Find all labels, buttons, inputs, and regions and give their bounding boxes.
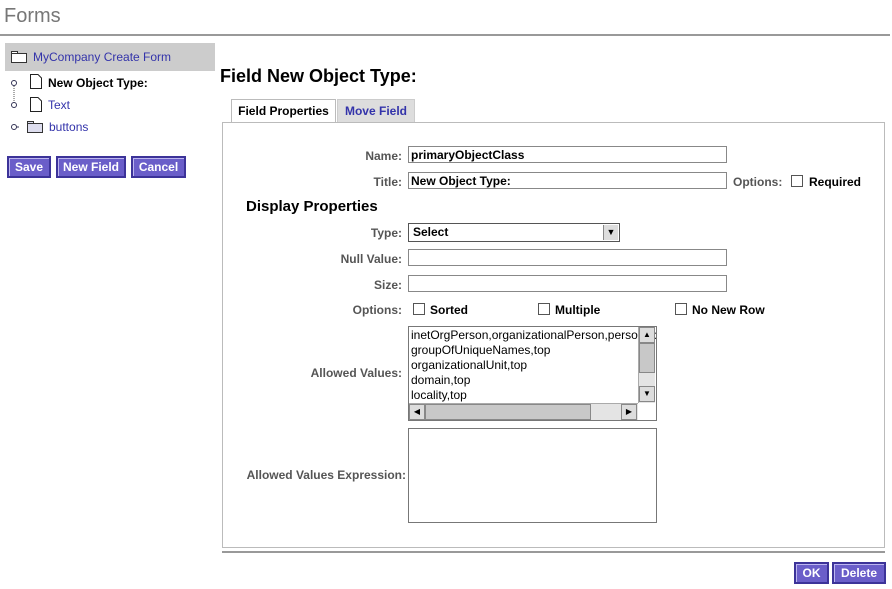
- tree-item-label[interactable]: buttons: [49, 120, 88, 134]
- title-field[interactable]: New Object Type:: [408, 172, 727, 189]
- sorted-checkbox[interactable]: [413, 303, 425, 315]
- allowed-values-expression-textarea[interactable]: [408, 428, 657, 523]
- null-value-field[interactable]: [408, 249, 727, 266]
- multiple-label: Multiple: [555, 303, 601, 317]
- scroll-down-icon[interactable]: ▼: [639, 386, 655, 402]
- page-icon: [30, 74, 42, 89]
- scroll-up-icon[interactable]: ▲: [639, 327, 655, 343]
- tree-root-item[interactable]: MyCompany Create Form: [5, 43, 215, 71]
- allowed-values-expression-label: Allowed Values Expression:: [246, 468, 406, 482]
- list-item[interactable]: locality,top: [411, 388, 467, 402]
- title-divider: [0, 34, 890, 36]
- horizontal-scrollbar[interactable]: ◀ ▶: [409, 403, 638, 420]
- tree-root-label[interactable]: MyCompany Create Form: [33, 50, 171, 64]
- cancel-button[interactable]: Cancel: [131, 156, 186, 178]
- list-item[interactable]: organizationalUnit,top: [411, 358, 527, 372]
- name-field[interactable]: primaryObjectClass: [408, 146, 727, 163]
- footer-divider: [222, 551, 885, 553]
- no-new-row-checkbox[interactable]: [675, 303, 687, 315]
- horizontal-scroll-thumb[interactable]: [425, 404, 591, 420]
- size-field[interactable]: [408, 275, 727, 292]
- display-properties-heading: Display Properties: [246, 198, 378, 215]
- scroll-right-icon[interactable]: ▶: [621, 404, 637, 420]
- name-label: Name:: [365, 149, 402, 163]
- null-value-label: Null Value:: [340, 252, 402, 266]
- type-select[interactable]: Select ▼: [408, 223, 620, 242]
- folder-icon: [27, 121, 43, 133]
- page-title: Forms: [4, 5, 61, 27]
- vertical-scroll-thumb[interactable]: [639, 343, 655, 373]
- tree-item-label[interactable]: Text: [48, 98, 70, 112]
- allowed-values-list[interactable]: inetOrgPerson,organizationalPerson,perso…: [408, 326, 657, 421]
- new-field-button[interactable]: New Field: [56, 156, 126, 178]
- allowed-values-label: Allowed Values:: [310, 366, 402, 380]
- size-label: Size:: [373, 278, 402, 292]
- ok-button[interactable]: OK: [794, 562, 829, 584]
- sorted-label: Sorted: [430, 303, 469, 317]
- no-new-row-label: No New Row: [692, 303, 765, 317]
- multiple-checkbox[interactable]: [538, 303, 550, 315]
- scroll-left-icon[interactable]: ◀: [409, 404, 425, 420]
- tree-item-label: New Object Type:: [48, 76, 148, 90]
- vertical-scrollbar[interactable]: ▲ ▼: [638, 327, 655, 403]
- required-checkbox[interactable]: [791, 175, 803, 187]
- type-select-value: Select: [413, 225, 449, 239]
- title-label: Title:: [373, 175, 402, 189]
- tab-move-field[interactable]: Move Field: [337, 99, 415, 123]
- tab-field-properties[interactable]: Field Properties: [231, 99, 336, 123]
- chevron-down-icon[interactable]: ▼: [603, 225, 618, 240]
- list-item[interactable]: inetOrgPerson,organizationalPerson,perso…: [411, 328, 656, 342]
- page-heading: Field New Object Type:: [220, 66, 417, 86]
- tree-connector: [11, 80, 19, 130]
- list-item[interactable]: domain,top: [411, 373, 470, 387]
- required-label: Required: [809, 175, 862, 189]
- page-icon: [30, 97, 42, 112]
- list-item[interactable]: groupOfUniqueNames,top: [411, 343, 550, 357]
- folder-icon: [11, 51, 27, 63]
- delete-button[interactable]: Delete: [832, 562, 886, 584]
- type-label: Type:: [370, 226, 402, 240]
- save-button[interactable]: Save: [7, 156, 51, 178]
- display-options-label: Options:: [352, 303, 402, 317]
- options-label: Options:: [733, 175, 783, 189]
